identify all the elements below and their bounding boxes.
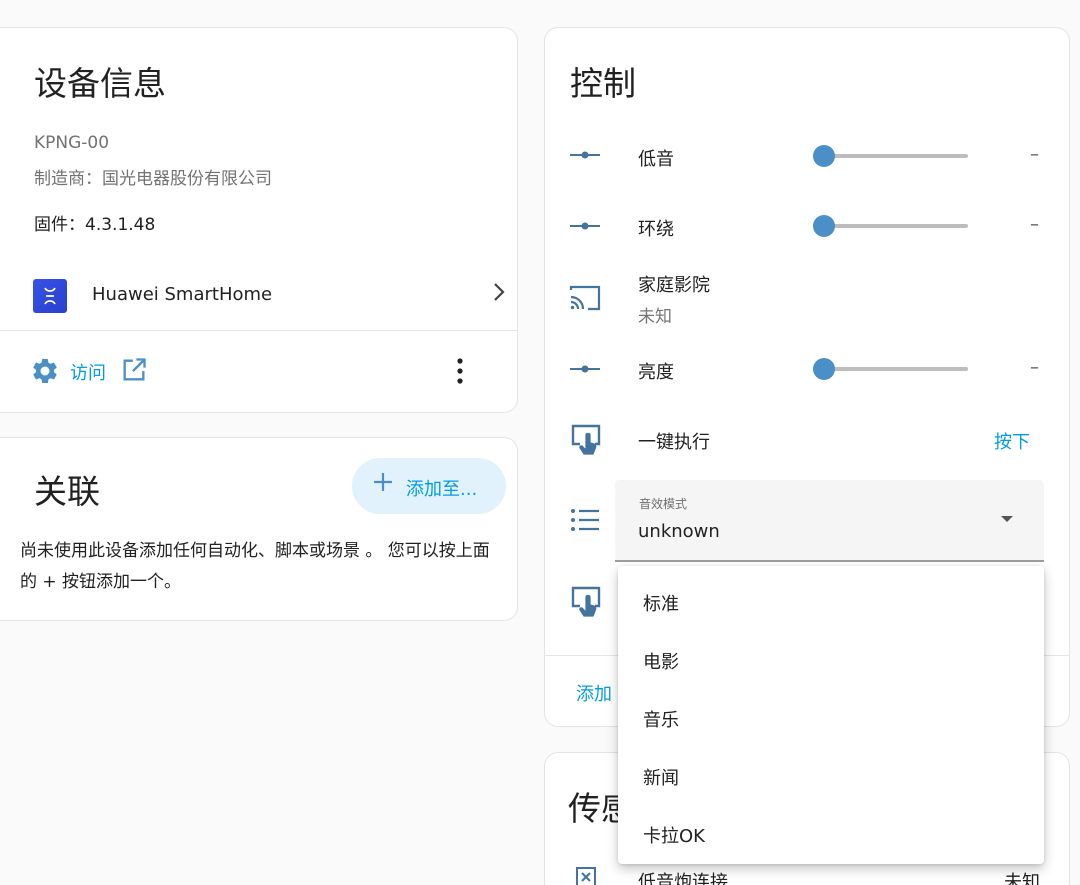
menu-item-label: 新闻 <box>643 768 679 789</box>
surround-slider[interactable] <box>824 224 968 228</box>
menu-item-label: 电影 <box>643 652 679 673</box>
integration-name: Huawei SmartHome <box>92 284 273 305</box>
home-theater-label: 家庭影院 <box>638 275 710 296</box>
sound-mode-dropdown-menu: 标准 电影 音乐 新闻 卡拉OK <box>618 566 1044 864</box>
tune-slider-icon <box>569 145 601 169</box>
integration-row[interactable]: Huawei SmartHome <box>0 262 532 328</box>
device-manufacturer: 制造商：国光电器股份有限公司 <box>34 169 272 189</box>
plus-icon <box>372 470 394 500</box>
sound-mode-select-value: unknown <box>638 521 720 542</box>
sound-mode-select[interactable]: 音效模式 unknown <box>615 480 1044 562</box>
brightness-label: 亮度 <box>638 362 674 383</box>
format-list-bulleted-icon <box>570 508 600 536</box>
bass-slider[interactable] <box>824 154 968 158</box>
gesture-tap-button-icon <box>569 585 603 623</box>
device-info-title: 设备信息 <box>34 64 166 103</box>
open-in-new-icon[interactable] <box>120 356 148 388</box>
menu-item-music[interactable]: 音乐 <box>618 686 1044 742</box>
brightness-slider-thumb[interactable] <box>813 358 835 380</box>
control-add-link[interactable]: 添加 <box>576 680 612 706</box>
menu-item-label: 标准 <box>643 594 679 615</box>
menu-item-standard[interactable]: 标准 <box>618 570 1044 626</box>
visit-link[interactable]: 访问 <box>70 359 106 385</box>
related-title: 关联 <box>34 472 100 511</box>
home-theater-status: 未知 <box>638 307 672 327</box>
tune-slider-icon <box>569 359 601 383</box>
cast-icon <box>568 283 602 317</box>
chevron-right-icon <box>492 281 506 309</box>
add-to-button-label: 添加至... <box>406 479 478 500</box>
control-title: 控制 <box>570 64 636 103</box>
brightness-value: – <box>1030 357 1039 378</box>
sound-mode-select-label: 音效模式 <box>639 497 688 511</box>
surround-slider-thumb[interactable] <box>813 215 835 237</box>
surround-value: – <box>1030 214 1039 235</box>
sensor-row-label: 低音炮连接 <box>638 872 728 885</box>
add-to-button[interactable]: 添加至... <box>352 458 506 514</box>
related-description: 尚未使用此设备添加任何自动化、脚本或场景 。 您可以按上面的 + 按钮添加一个。 <box>20 541 490 592</box>
tune-slider-icon <box>569 216 601 240</box>
gesture-tap-button-icon <box>569 423 603 461</box>
bass-slider-thumb[interactable] <box>813 145 835 167</box>
gear-icon[interactable] <box>30 356 60 390</box>
surround-label: 环绕 <box>638 219 674 240</box>
menu-item-label: 音乐 <box>643 710 679 731</box>
one-click-label: 一键执行 <box>638 432 710 453</box>
huawei-smarthome-logo-icon <box>33 279 67 313</box>
bass-label: 低音 <box>638 149 674 170</box>
menu-item-karaoke[interactable]: 卡拉OK <box>618 802 1044 858</box>
brightness-slider[interactable] <box>824 367 968 371</box>
more-vert-icon[interactable] <box>453 356 467 390</box>
press-button[interactable]: 按下 <box>994 428 1030 454</box>
device-model: KPNG-00 <box>34 133 110 153</box>
visit-row: 访问 <box>0 331 532 385</box>
close-box-outline-icon <box>575 866 597 885</box>
sensor-row-value: 未知 <box>1004 872 1040 885</box>
menu-item-label: 卡拉OK <box>643 826 705 847</box>
menu-item-news[interactable]: 新闻 <box>618 744 1044 800</box>
bass-value: – <box>1030 144 1039 165</box>
device-firmware: 固件：4.3.1.48 <box>34 215 156 235</box>
menu-item-movie[interactable]: 电影 <box>618 628 1044 684</box>
dropdown-arrow-icon <box>1001 516 1013 522</box>
